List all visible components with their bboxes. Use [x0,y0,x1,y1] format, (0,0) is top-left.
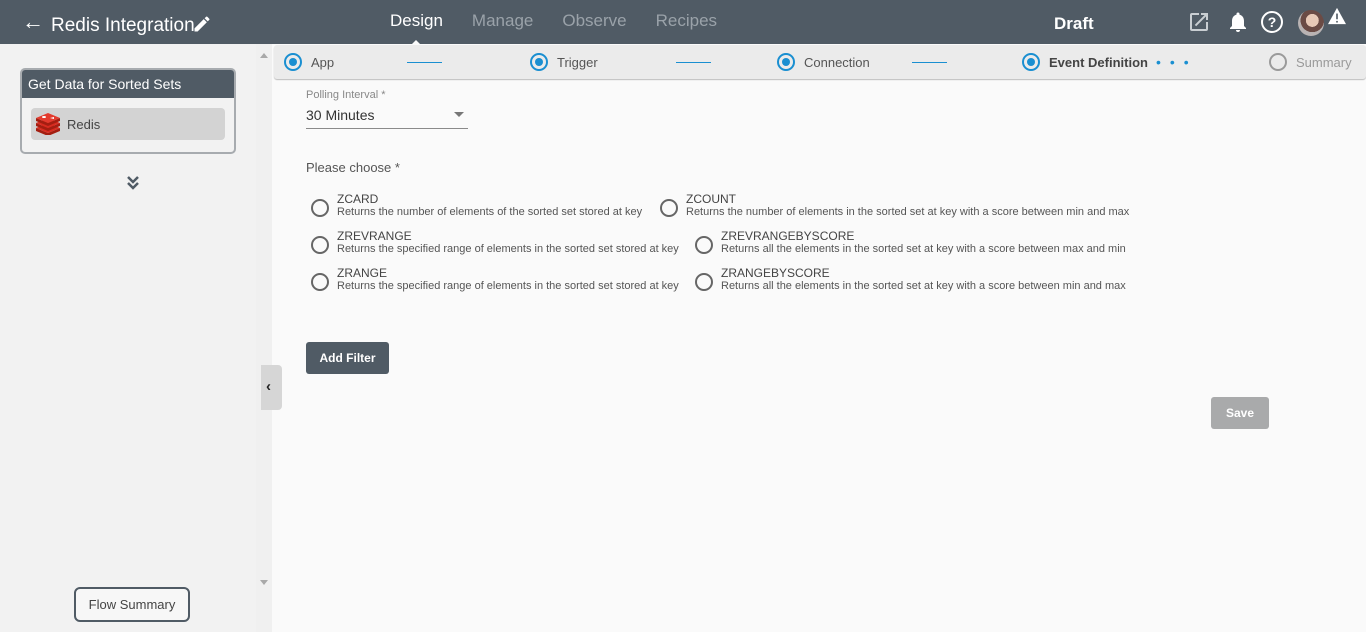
scroll-up-icon[interactable] [260,53,268,58]
nav-manage[interactable]: Manage [472,11,533,31]
step-connector [676,62,711,63]
option-desc: Returns all the elements in the sorted s… [721,280,1126,292]
flow-card-item-redis[interactable]: Redis [31,108,225,140]
collapse-sidebar-button[interactable]: ‹ [261,365,282,410]
option-desc: Returns all the elements in the sorted s… [721,243,1126,255]
radio-icon[interactable] [311,273,329,291]
step-event-definition[interactable]: Event Definition [1022,53,1148,71]
option-zcount[interactable]: ZCOUNT Returns the number of elements in… [660,193,1129,219]
option-name: ZCOUNT [686,192,736,206]
radio-icon[interactable] [660,199,678,217]
app-title: Redis Integration [51,15,195,36]
top-bar: ← Redis Integration Design Manage Observ… [0,0,1366,46]
radio-icon[interactable] [695,236,713,254]
option-desc: Returns the specified range of elements … [337,243,679,255]
step-label: Event Definition [1049,54,1148,70]
step-connector-dotted: ••• [1156,54,1198,70]
option-zrangebyscore[interactable]: ZRANGEBYSCORE Returns all the elements i… [695,267,1126,293]
choose-label: Please choose * [306,160,400,175]
option-desc: Returns the specified range of elements … [337,280,679,292]
radio-icon[interactable] [311,236,329,254]
step-connector [912,62,947,63]
step-summary[interactable]: Summary [1269,53,1352,71]
polling-interval-select[interactable]: 30 Minutes [306,104,468,129]
main-nav: Design Manage Observe Recipes [390,11,746,46]
step-label: App [311,54,335,70]
option-name: ZREVRANGEBYSCORE [721,229,855,243]
nav-design-label: Design [390,11,443,30]
add-filter-button[interactable]: Add Filter [306,342,389,374]
step-done-icon [284,53,302,71]
option-zrevrangebyscore[interactable]: ZREVRANGEBYSCORE Returns all the element… [695,230,1126,256]
step-done-icon [530,53,548,71]
option-name: ZREVRANGE [337,229,412,243]
option-desc: Returns the number of elements of the so… [337,206,643,218]
option-zrange[interactable]: ZRANGE Returns the specified range of el… [311,267,679,293]
step-trigger[interactable]: Trigger [530,53,598,71]
step-current-icon [1022,53,1040,71]
flow-card[interactable]: Get Data for Sorted Sets Redis [20,68,236,154]
option-name: ZRANGE [337,266,388,280]
flow-card-item-label: Redis [67,117,101,132]
step-connection[interactable]: Connection [777,53,870,71]
dropdown-arrow-icon [454,112,464,117]
step-app[interactable]: App [284,53,334,71]
step-label: Summary [1296,54,1352,70]
scroll-down-icon[interactable] [260,580,268,585]
warning-icon [1328,7,1346,25]
external-link-icon[interactable] [1187,10,1211,34]
arrow-left-icon[interactable]: ← [22,11,44,33]
chevron-double-down-icon[interactable] [126,175,140,191]
option-name: ZRANGEBYSCORE [721,266,830,280]
polling-interval-value: 30 Minutes [306,107,375,123]
flow-card-title: Get Data for Sorted Sets [22,70,234,98]
option-desc: Returns the number of elements in the so… [686,206,1130,218]
status-badge: Draft [1054,14,1094,33]
stepper: App Trigger Connection Event Definition … [274,45,1366,79]
nav-recipes[interactable]: Recipes [656,11,717,31]
bell-icon[interactable] [1226,10,1250,34]
save-button[interactable]: Save [1211,397,1269,429]
nav-observe[interactable]: Observe [562,11,626,31]
option-zrevrange[interactable]: ZREVRANGE Returns the specified range of… [311,230,679,256]
svg-text:?: ? [1268,14,1277,30]
step-label: Trigger [557,54,598,70]
redis-icon [36,113,60,135]
help-icon[interactable]: ? [1260,10,1284,34]
option-zcard[interactable]: ZCARD Returns the number of elements of … [311,193,642,219]
option-name: ZCARD [337,192,379,206]
sidebar: Get Data for Sorted Sets Redis Flow Summ… [0,44,256,632]
radio-icon[interactable] [695,273,713,291]
step-label: Connection [804,54,870,70]
pencil-icon[interactable] [192,14,212,34]
flow-summary-button[interactable]: Flow Summary [74,587,190,622]
sidebar-scrollbar[interactable] [256,44,272,632]
chevron-left-icon: ‹ [266,378,271,395]
polling-interval-label: Polling Interval * [306,89,386,101]
step-connector [407,62,442,63]
step-pending-icon [1269,53,1287,71]
radio-icon[interactable] [311,199,329,217]
step-done-icon [777,53,795,71]
nav-design[interactable]: Design [390,11,443,46]
avatar[interactable] [1298,10,1324,36]
